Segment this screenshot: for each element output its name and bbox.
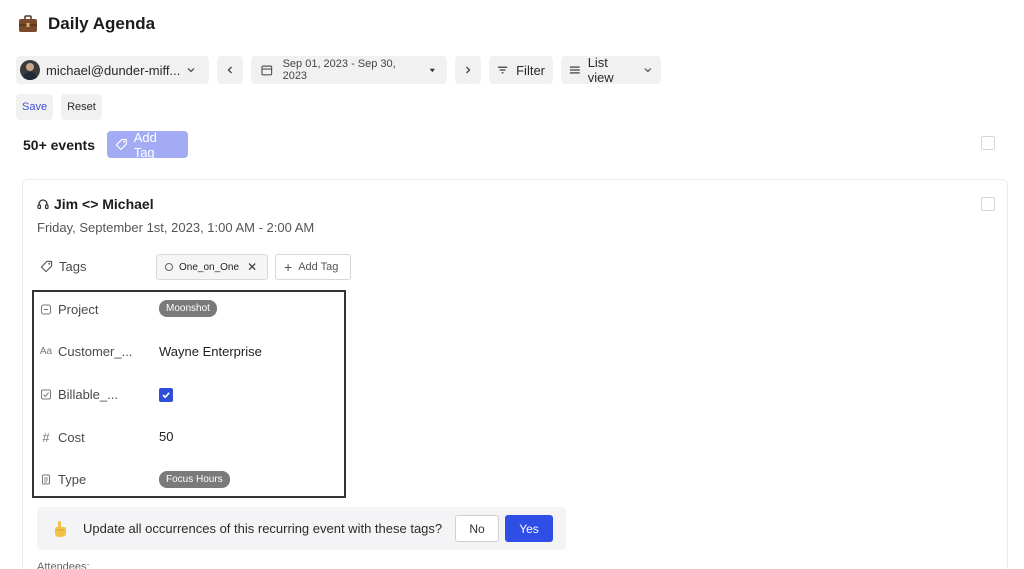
no-button[interactable]: No [455, 515, 499, 542]
date-range-text: Sep 01, 2023 - Sep 30, 2023 [282, 58, 396, 82]
add-tag-button[interactable]: Add Tag [107, 129, 188, 160]
cost-label-text: Cost [58, 430, 85, 445]
tag-icon [40, 260, 53, 273]
filter-label: Filter [516, 62, 545, 78]
tag-icon [115, 138, 127, 151]
add-tag-inline-button[interactable]: + Add Tag [275, 254, 351, 280]
circle-icon [165, 263, 173, 271]
add-tag-inline-label: Add Tag [298, 261, 339, 273]
page-title: Daily Agenda [48, 14, 156, 33]
avatar [20, 60, 40, 80]
prompt-text: Update all occurrences of this recurring… [83, 521, 443, 536]
tag-pill-label: One_on_One [179, 261, 240, 273]
type-label-text: Type [58, 472, 87, 487]
events-header: 50+ events Add Tag [23, 129, 188, 160]
checkbox-icon [41, 389, 51, 400]
chevron-right-icon [466, 66, 471, 74]
action-buttons: Save Reset [16, 94, 102, 120]
add-tag-label: Add Tag [133, 129, 157, 160]
tag-pill[interactable]: One_on_One ✕ [156, 254, 268, 280]
page-header: Daily Agenda [18, 12, 155, 36]
caret-down-icon [430, 68, 436, 72]
billable-label: Billable_... [40, 387, 118, 402]
date-range-picker[interactable]: Sep 01, 2023 - Sep 30, 2023 [251, 56, 447, 84]
tags-label: Tags [40, 259, 86, 274]
list-icon [569, 66, 580, 74]
close-icon[interactable]: ✕ [247, 260, 257, 274]
event-title-text: Jim <> Michael [54, 196, 154, 212]
event-datetime: Friday, September 1st, 2023, 1:00 AM - 2… [37, 220, 315, 235]
toolbar: michael@dunder-miff... Sep 01, 2023 - Se… [16, 55, 661, 85]
select-icon [41, 304, 51, 315]
pointing-hand-icon [55, 520, 66, 537]
plus-icon: + [284, 259, 293, 275]
event-select-checkbox[interactable] [981, 197, 995, 211]
type-badge[interactable]: Focus Hours [159, 471, 230, 488]
billable-label-text: Billable_... [58, 387, 118, 402]
hash-icon: # [42, 430, 50, 445]
prev-range-button[interactable] [217, 56, 243, 84]
headset-icon [37, 199, 49, 210]
project-label-text: Project [58, 302, 99, 317]
next-range-button[interactable] [455, 56, 481, 84]
reset-button[interactable]: Reset [61, 94, 102, 120]
chevron-down-icon [644, 68, 652, 73]
customer-value[interactable]: Wayne Enterprise [159, 344, 262, 359]
yes-button[interactable]: Yes [505, 515, 553, 542]
view-selector[interactable]: List view [561, 55, 661, 85]
document-icon [42, 474, 50, 485]
cost-value[interactable]: 50 [159, 429, 173, 444]
filter-button[interactable]: Filter [489, 56, 553, 84]
event-title: Jim <> Michael [37, 196, 154, 212]
recurring-update-prompt: Update all occurrences of this recurring… [37, 507, 566, 550]
tags-label-text: Tags [59, 259, 87, 274]
text-icon: Aa [39, 346, 53, 357]
billable-checkbox[interactable] [159, 388, 173, 402]
chevron-down-icon [187, 68, 195, 73]
type-label: Type [40, 472, 86, 487]
user-selector[interactable]: michael@dunder-miff... [16, 56, 209, 84]
filter-icon [497, 66, 508, 74]
project-badge[interactable]: Moonshot [159, 300, 217, 317]
view-label: List view [587, 55, 614, 85]
events-count: 50+ events [23, 136, 95, 153]
briefcase-icon [19, 15, 37, 32]
save-button[interactable]: Save [16, 94, 54, 120]
project-label: Project [40, 302, 98, 317]
select-all-checkbox[interactable] [981, 136, 995, 150]
cost-label: # Cost [40, 430, 85, 445]
checkmark-icon [162, 392, 170, 399]
customer-label-text: Customer_... [58, 344, 133, 359]
calendar-icon [261, 65, 273, 76]
chevron-left-icon [227, 66, 232, 74]
customer-label: Aa Customer_... [39, 344, 133, 359]
attendees-label: Attendees: [37, 561, 90, 569]
user-email: michael@dunder-miff... [46, 62, 181, 78]
